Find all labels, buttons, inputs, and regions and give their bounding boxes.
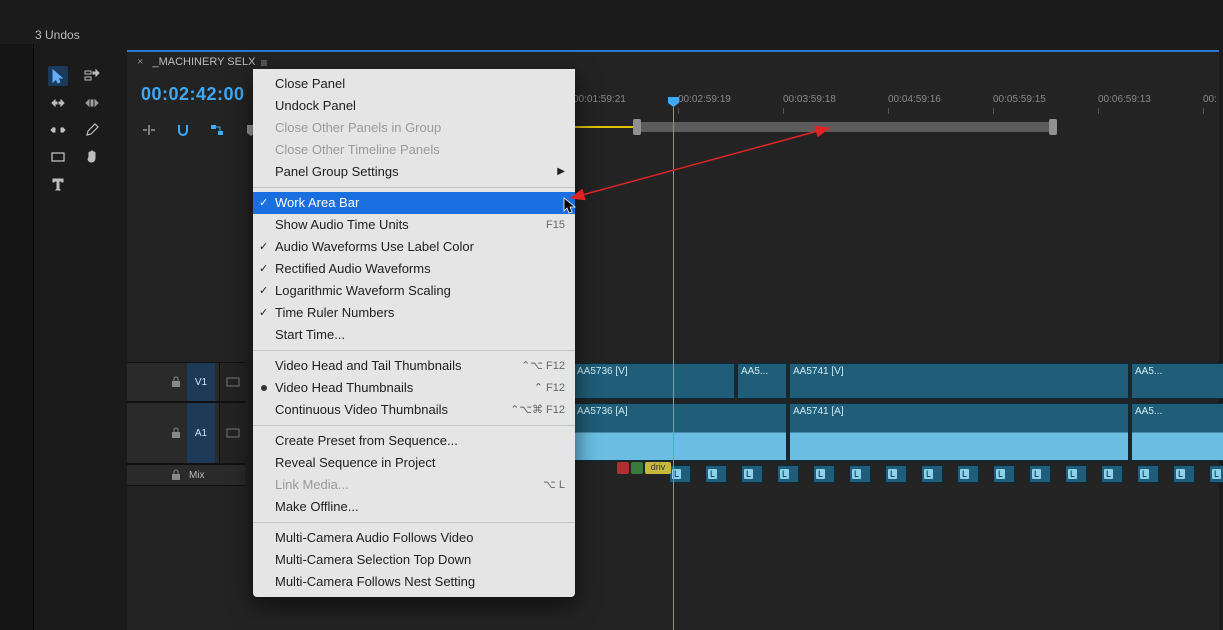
ruler-time: 00:03:59:18	[783, 94, 836, 105]
menu-item[interactable]: Make Offline...	[253, 496, 575, 518]
rectangle-tool-icon[interactable]	[48, 147, 68, 167]
sequence-name: _MACHINERY SELX	[153, 56, 256, 68]
menu-item[interactable]: Multi-Camera Follows Nest Setting	[253, 571, 575, 593]
undo-status: 3 Undos	[35, 28, 80, 42]
panel-menu[interactable]: Close PanelUndock PanelClose Other Panel…	[253, 69, 575, 597]
ruler-time: 00:01:59:21	[573, 94, 626, 105]
left-gutter	[0, 44, 34, 630]
track-targeting-a1[interactable]	[219, 403, 246, 463]
current-timecode[interactable]: 00:02:42:00	[141, 84, 245, 105]
pen-tool-icon[interactable]	[82, 120, 102, 140]
ruler-time: 00:	[1203, 94, 1217, 105]
rate-stretch-tool-icon[interactable]	[82, 93, 102, 113]
audio-clip[interactable]: AA5...	[1131, 403, 1223, 461]
menu-item: Close Other Panels in Group	[253, 117, 575, 139]
menu-item[interactable]: Video Head Thumbnails⌃ F12	[253, 377, 575, 399]
ripple-tool-icon[interactable]	[48, 93, 68, 113]
sequence-tab[interactable]: × _MACHINERY SELX	[127, 52, 265, 78]
mix-clip[interactable]: L	[957, 465, 979, 483]
menu-item: Link Media...⌥ L	[253, 474, 575, 496]
track-label-a1[interactable]: A1	[187, 403, 215, 463]
track-label-mix: Mix	[189, 470, 205, 481]
snap-icon[interactable]	[175, 122, 191, 138]
menu-item[interactable]: Start Time...	[253, 324, 575, 346]
menu-item[interactable]: ✓Audio Waveforms Use Label Color	[253, 236, 575, 258]
mouse-cursor	[563, 197, 577, 215]
audio-clip[interactable]: AA5736 [A]	[573, 403, 787, 461]
tool-column	[36, 62, 122, 212]
menu-item[interactable]: Reveal Sequence in Project	[253, 452, 575, 474]
menu-item[interactable]: ✓Time Ruler Numbers	[253, 302, 575, 324]
track-header-v1[interactable]: V1	[127, 362, 245, 402]
menu-item[interactable]: Show Audio Time UnitsF15	[253, 214, 575, 236]
video-track-v1[interactable]: AA5736 [V]AA5...AA5741 [V]AA5...	[573, 362, 1219, 400]
annotation-arrow	[559, 116, 844, 206]
track-targeting-v1[interactable]	[219, 363, 246, 401]
lock-icon[interactable]	[169, 426, 183, 440]
lock-icon[interactable]	[169, 468, 183, 482]
ruler-time: 00:06:59:13	[1098, 94, 1151, 105]
work-area-end-handle[interactable]	[1049, 119, 1057, 135]
ruler-time: 00:05:59:15	[993, 94, 1046, 105]
mix-clip[interactable]: L	[1173, 465, 1195, 483]
mix-clip[interactable]: L	[1137, 465, 1159, 483]
menu-item[interactable]: Continuous Video Thumbnails⌃⌥⌘ F12	[253, 399, 575, 421]
mix-clip[interactable]: L	[921, 465, 943, 483]
lock-icon[interactable]	[169, 375, 183, 389]
driv-chip: driv	[645, 462, 671, 474]
hand-tool-icon[interactable]	[82, 147, 102, 167]
menu-item[interactable]: Panel Group Settings▶	[253, 161, 575, 183]
track-label-v1[interactable]: V1	[187, 363, 215, 401]
ruler-time: 00:04:59:16	[888, 94, 941, 105]
mix-clip[interactable]: L	[777, 465, 799, 483]
mix-clip[interactable]: L	[1101, 465, 1123, 483]
menu-item[interactable]: ✓Work Area Bar	[253, 192, 575, 214]
close-tab-icon[interactable]: ×	[137, 56, 143, 68]
mix-clip[interactable]: L	[813, 465, 835, 483]
track-select-tool-icon[interactable]	[82, 66, 102, 86]
menu-item[interactable]: Create Preset from Sequence...	[253, 430, 575, 452]
mix-clip[interactable]: L	[993, 465, 1015, 483]
menu-item[interactable]: Multi-Camera Selection Top Down	[253, 549, 575, 571]
linked-selection-icon[interactable]	[209, 122, 225, 138]
video-clip[interactable]: AA5...	[737, 363, 787, 399]
menu-item[interactable]: Video Head and Tail Thumbnails⌃⌥ F12	[253, 355, 575, 377]
menu-item[interactable]: ✓Rectified Audio Waveforms	[253, 258, 575, 280]
menu-item[interactable]: ✓Logarithmic Waveform Scaling	[253, 280, 575, 302]
menu-item[interactable]: Multi-Camera Audio Follows Video	[253, 527, 575, 549]
mix-clip[interactable]: L	[1065, 465, 1087, 483]
track-header-mix[interactable]: Mix	[127, 464, 245, 486]
mix-clip[interactable]: L	[705, 465, 727, 483]
mix-clip[interactable]: L	[741, 465, 763, 483]
slip-tool-icon[interactable]	[48, 120, 68, 140]
mix-clip[interactable]: L	[1209, 465, 1223, 483]
video-clip[interactable]: AA5736 [V]	[573, 363, 735, 399]
mix-clip[interactable]: L	[1029, 465, 1051, 483]
audio-track-a1[interactable]: AA5736 [A]AA5741 [A]AA5...	[573, 402, 1219, 462]
menu-item[interactable]: Close Panel	[253, 73, 575, 95]
ruler-time: 00:02:59:19	[678, 94, 731, 105]
video-clip[interactable]: AA5...	[1131, 363, 1223, 399]
panel-menu-icon[interactable]: ≡	[257, 56, 271, 70]
mix-clip[interactable]: L	[885, 465, 907, 483]
track-header-a1[interactable]: A1	[127, 402, 245, 464]
menu-item[interactable]: Undock Panel	[253, 95, 575, 117]
insert-mode-icon[interactable]	[141, 122, 157, 138]
video-clip[interactable]: AA5741 [V]	[789, 363, 1129, 399]
audio-clip[interactable]: AA5741 [A]	[789, 403, 1129, 461]
menu-item: Close Other Timeline Panels	[253, 139, 575, 161]
type-tool-icon[interactable]	[48, 174, 68, 194]
mix-clip[interactable]: L	[849, 465, 871, 483]
selection-tool-icon[interactable]	[48, 66, 68, 86]
